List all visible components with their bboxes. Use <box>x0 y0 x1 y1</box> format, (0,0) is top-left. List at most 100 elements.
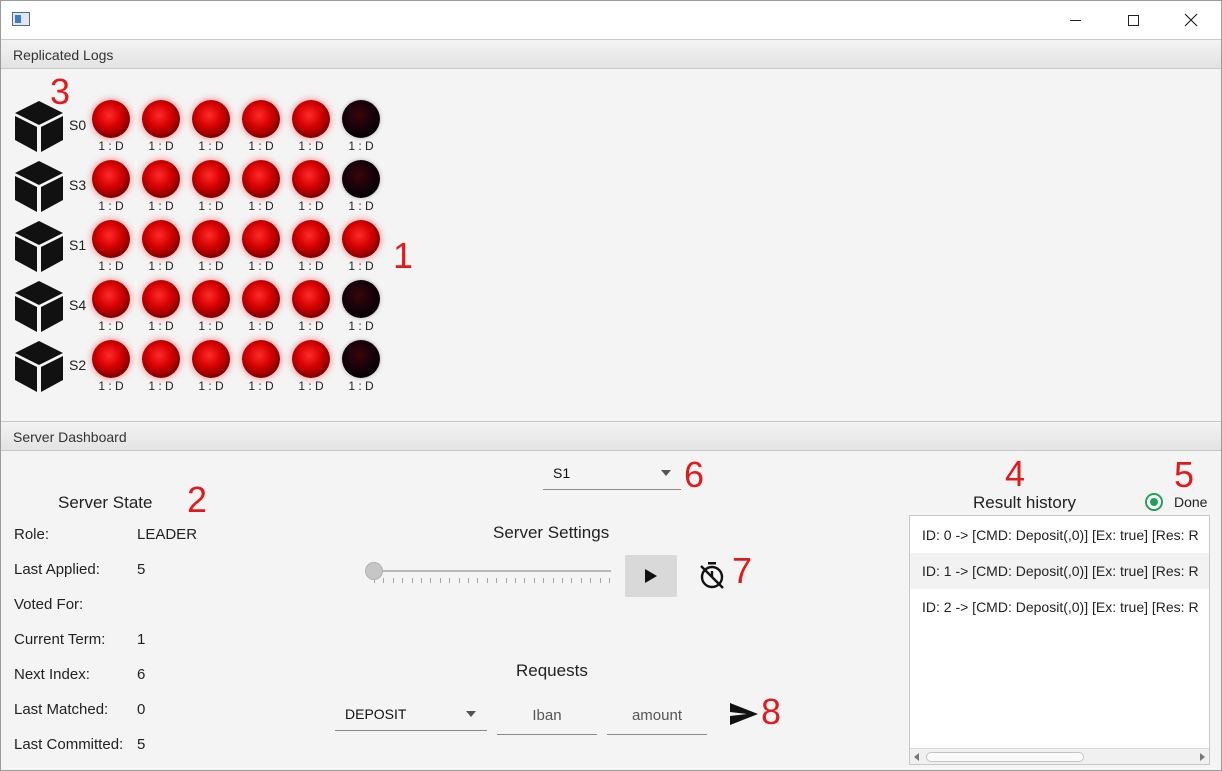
history-item[interactable]: ID: 0 -> [CMD: Deposit(,0)] [Ex: true] [… <box>910 517 1209 553</box>
result-history-list[interactable]: ID: 0 -> [CMD: Deposit(,0)] [Ex: true] [… <box>909 515 1210 765</box>
speed-slider-track[interactable] <box>373 570 611 572</box>
send-icon[interactable] <box>729 702 759 726</box>
log-entry-led <box>342 220 380 258</box>
log-entry[interactable]: 1 : D <box>291 98 331 156</box>
history-item[interactable]: ID: 2 -> [CMD: Deposit(,0)] [Ex: true] [… <box>910 589 1209 625</box>
log-entry-label: 1 : D <box>348 379 374 393</box>
log-entry[interactable]: 1 : D <box>241 338 281 396</box>
log-entry[interactable]: 1 : D <box>241 158 281 216</box>
title-bar <box>1 1 1221 39</box>
slider-tick <box>383 578 385 583</box>
log-entry-label: 1 : D <box>98 199 124 213</box>
server-select[interactable]: S1 <box>543 459 681 490</box>
log-entry[interactable]: 1 : D <box>241 278 281 336</box>
slider-tick <box>533 578 535 583</box>
minimize-button[interactable] <box>1046 1 1104 39</box>
log-entry-label: 1 : D <box>248 139 274 153</box>
log-entry-label: 1 : D <box>248 199 274 213</box>
history-item[interactable]: ID: 1 -> [CMD: Deposit(,0)] [Ex: true] [… <box>910 553 1209 589</box>
log-entry[interactable]: 1 : D <box>191 278 231 336</box>
slider-tick <box>543 578 545 583</box>
done-radio[interactable] <box>1145 493 1163 511</box>
state-field-label: Last Matched: <box>14 701 109 718</box>
log-entry[interactable]: 1 : D <box>141 278 181 336</box>
log-entry[interactable]: 1 : D <box>191 218 231 276</box>
log-entry-led <box>142 280 180 318</box>
log-entry[interactable]: 1 : D <box>141 158 181 216</box>
log-entry-label: 1 : D <box>248 319 274 333</box>
log-entry[interactable]: 1 : D <box>91 98 131 156</box>
log-entry-led <box>292 280 330 318</box>
state-field-label: Next Index: <box>14 666 90 683</box>
log-entry-led <box>142 340 180 378</box>
log-entry[interactable]: 1 : D <box>341 278 381 336</box>
log-entry-label: 1 : D <box>348 319 374 333</box>
log-entry-label: 1 : D <box>298 319 324 333</box>
speed-slider-thumb[interactable] <box>365 562 383 580</box>
log-entry-label: 1 : D <box>98 259 124 273</box>
log-entry-led <box>142 160 180 198</box>
log-entry[interactable]: 1 : D <box>341 158 381 216</box>
timer-off-icon[interactable] <box>698 561 726 591</box>
log-entry[interactable]: 1 : D <box>91 218 131 276</box>
maximize-button[interactable] <box>1104 1 1162 39</box>
log-entry-led <box>242 340 280 378</box>
log-entry[interactable]: 1 : D <box>91 338 131 396</box>
close-button[interactable] <box>1162 1 1220 39</box>
replicated-logs-header[interactable]: Replicated Logs <box>1 39 1221 69</box>
play-button[interactable] <box>625 555 677 597</box>
log-entry-led <box>192 220 230 258</box>
log-entry-led <box>92 340 130 378</box>
log-entry[interactable]: 1 : D <box>141 218 181 276</box>
log-entry[interactable]: 1 : D <box>141 338 181 396</box>
log-entry[interactable]: 1 : D <box>141 98 181 156</box>
slider-tick <box>458 578 460 583</box>
log-entry[interactable]: 1 : D <box>341 338 381 396</box>
slider-tick <box>524 578 526 583</box>
state-field-value: 1 <box>137 631 146 648</box>
log-entry-label: 1 : D <box>98 379 124 393</box>
state-field-label: Voted For: <box>14 596 84 613</box>
log-entry[interactable]: 1 : D <box>241 98 281 156</box>
replicated-logs-panel: S0 1 : D 1 : D 1 : D 1 : D 1 : D 1 : D S3 1 : D 1… <box>1 70 1221 420</box>
app-window: Replicated Logs S0 1 : D 1 : D 1 : D 1 : D 1 … <box>0 0 1222 771</box>
close-icon <box>1184 13 1198 27</box>
log-entry-label: 1 : D <box>148 319 174 333</box>
log-entry[interactable]: 1 : D <box>291 278 331 336</box>
log-entry[interactable]: 1 : D <box>91 278 131 336</box>
log-entry[interactable]: 1 : D <box>291 218 331 276</box>
log-entry[interactable]: 1 : D <box>241 218 281 276</box>
slider-tick <box>411 578 413 583</box>
log-entry-led <box>242 280 280 318</box>
slider-tick <box>609 578 610 583</box>
annotation-8: 8 <box>761 691 782 732</box>
request-type-value: DEPOSIT <box>345 706 407 722</box>
log-entry[interactable]: 1 : D <box>341 218 381 276</box>
amount-input[interactable]: amount <box>607 701 707 735</box>
cube-icon <box>12 158 66 214</box>
state-field-value: LEADER <box>137 526 198 543</box>
log-entry[interactable]: 1 : D <box>291 338 331 396</box>
log-entry-led <box>142 220 180 258</box>
server-label: S3 <box>69 177 87 193</box>
log-entry[interactable]: 1 : D <box>91 158 131 216</box>
log-entry-label: 1 : D <box>98 139 124 153</box>
log-entry[interactable]: 1 : D <box>191 338 231 396</box>
log-entry-led <box>242 100 280 138</box>
log-entry-label: 1 : D <box>298 199 324 213</box>
log-row: S4 1 : D 1 : D 1 : D 1 : D 1 : D 1 : D <box>12 278 412 338</box>
log-entry[interactable]: 1 : D <box>291 158 331 216</box>
horizontal-scrollbar[interactable] <box>910 748 1209 764</box>
log-entry[interactable]: 1 : D <box>191 158 231 216</box>
log-entry-led <box>242 160 280 198</box>
iban-input[interactable]: Iban <box>497 701 597 735</box>
server-dashboard-header[interactable]: Server Dashboard <box>1 421 1221 451</box>
log-entry[interactable]: 1 : D <box>191 98 231 156</box>
scroll-left-icon[interactable] <box>914 753 919 761</box>
log-entry[interactable]: 1 : D <box>341 98 381 156</box>
request-type-select[interactable]: DEPOSIT <box>335 700 487 731</box>
log-entry-led <box>342 100 380 138</box>
slider-tick <box>580 578 582 583</box>
scroll-right-icon[interactable] <box>1200 753 1205 761</box>
scrollbar-thumb[interactable] <box>926 752 1084 762</box>
